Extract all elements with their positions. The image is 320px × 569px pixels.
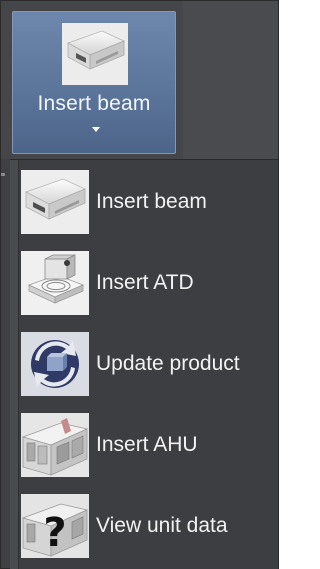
- insert-beam-ribbon-button[interactable]: Insert beam: [12, 11, 176, 154]
- menu-item-label: View unit data: [96, 514, 228, 537]
- update-product-icon: [21, 332, 89, 396]
- svg-text:?: ?: [43, 510, 66, 556]
- air-terminal-device-icon: [21, 251, 89, 315]
- air-handling-unit-icon: [21, 413, 89, 477]
- menu-item-view-unit-data[interactable]: ? View unit data: [21, 494, 276, 558]
- chilled-beam-icon: [62, 23, 128, 85]
- menu-item-label: Insert beam: [96, 190, 207, 213]
- menu-item-label: Insert AHU: [96, 433, 198, 456]
- ribbon-panel: Insert beam Insert beam Insert ATD Updat…: [0, 0, 279, 569]
- menu-item-label: Insert ATD: [96, 271, 194, 294]
- ribbon-button-label: Insert beam: [37, 92, 151, 115]
- menu-gutter: [10, 160, 19, 569]
- menu-item-insert-beam[interactable]: Insert beam: [21, 170, 276, 234]
- chilled-beam-icon: [21, 170, 89, 234]
- dropdown-menu: Insert beam Insert ATD Update product In…: [10, 159, 278, 569]
- menu-item-update-product[interactable]: Update product: [21, 332, 276, 396]
- menu-item-label: Update product: [96, 352, 240, 375]
- panel-edge-marker: [1, 173, 5, 176]
- chevron-down-icon[interactable]: [92, 127, 100, 132]
- menu-item-insert-atd[interactable]: Insert ATD: [21, 251, 276, 315]
- ribbon-side-area: [183, 1, 278, 159]
- view-unit-data-icon: ?: [21, 494, 89, 558]
- menu-item-insert-ahu[interactable]: Insert AHU: [21, 413, 276, 477]
